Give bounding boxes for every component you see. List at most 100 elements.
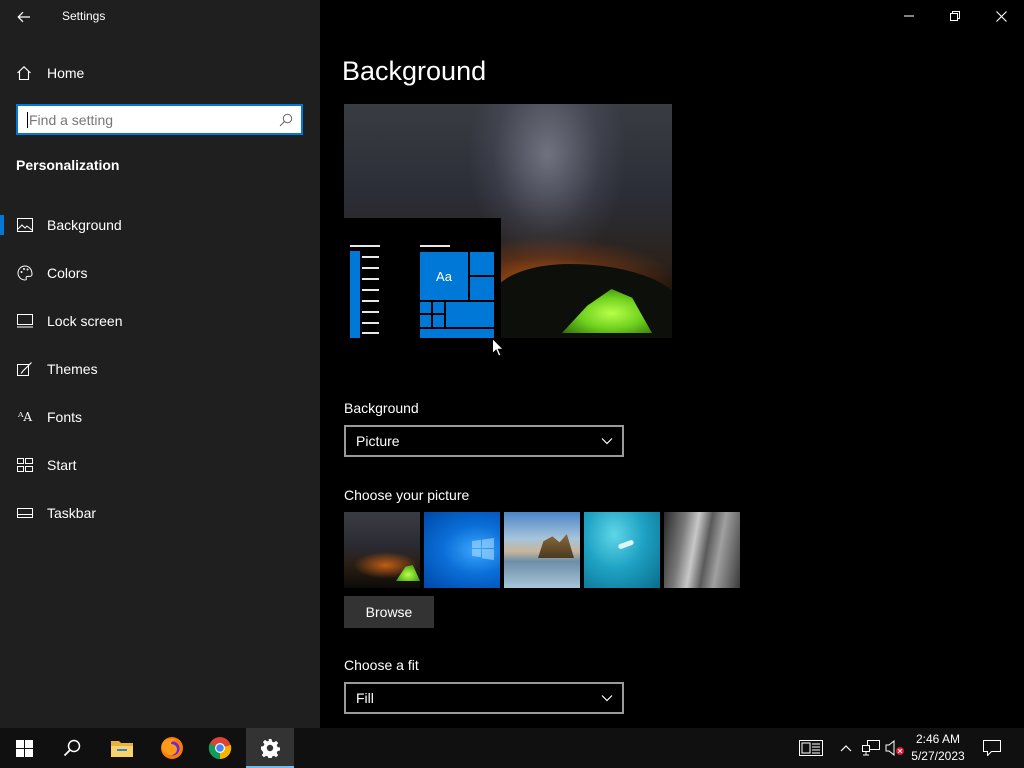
search-box[interactable]: [16, 104, 303, 135]
preview-line: [362, 300, 379, 302]
firefox-button[interactable]: [148, 728, 196, 768]
search-input[interactable]: [29, 111, 269, 128]
chevron-down-icon: [601, 695, 613, 702]
sidebar-item-themes[interactable]: Themes: [0, 349, 320, 389]
preview-tile: [433, 315, 444, 327]
taskbar-icon: [16, 504, 34, 522]
home-label: Home: [47, 65, 85, 81]
picture-thumb-beach-rocks[interactable]: [504, 512, 580, 588]
background-type-dropdown[interactable]: Picture: [344, 425, 624, 457]
preview-tile: [420, 329, 494, 338]
picture-thumb-windows-blue[interactable]: [424, 512, 500, 588]
choose-fit-dropdown[interactable]: Fill: [344, 682, 624, 714]
themes-brush-icon: [16, 360, 34, 378]
sidebar-item-label: Taskbar: [47, 505, 97, 521]
sidebar-item-background[interactable]: Background: [0, 205, 320, 245]
network-button[interactable]: [860, 728, 882, 768]
picture-icon: [16, 216, 34, 234]
taskbar-search-button[interactable]: [48, 728, 96, 768]
sidebar-item-lock-screen[interactable]: Lock screen: [0, 301, 320, 341]
sidebar-item-start[interactable]: Start: [0, 445, 320, 485]
picture-thumb-rock-cliff[interactable]: [664, 512, 740, 588]
action-center-button[interactable]: [980, 728, 1004, 768]
close-button[interactable]: [978, 0, 1024, 32]
restore-button[interactable]: [932, 0, 978, 32]
search-icon: [63, 739, 81, 757]
browse-button[interactable]: Browse: [344, 596, 434, 628]
clock-time: 2:46 AM: [915, 732, 961, 746]
preview-list-tile-strip: [350, 251, 360, 338]
preview-tile: [470, 277, 494, 300]
news-icon: [799, 740, 823, 756]
section-title: Personalization: [16, 157, 120, 173]
volume-muted-icon: [885, 740, 904, 756]
windows-logo-icon: [472, 538, 494, 560]
start-button[interactable]: [0, 728, 48, 768]
back-button[interactable]: [12, 6, 36, 28]
sidebar-item-fonts[interactable]: ᴬA Fonts: [0, 397, 320, 437]
search-icon[interactable]: [279, 113, 293, 127]
home-nav-item[interactable]: Home: [16, 62, 84, 84]
settings-app-button[interactable]: [246, 728, 294, 768]
preview-line: [362, 322, 379, 324]
fonts-icon: ᴬA: [17, 410, 33, 424]
taskbar-clock[interactable]: 2:46 AM 5/27/2023: [904, 731, 972, 765]
choose-picture-label: Choose your picture: [344, 487, 470, 503]
sidebar-item-taskbar[interactable]: Taskbar: [0, 493, 320, 533]
selection-indicator: [0, 215, 4, 235]
preview-line: [362, 278, 379, 280]
volume-button[interactable]: [884, 728, 906, 768]
notification-icon: [983, 740, 1001, 756]
taskbar: [0, 728, 1024, 768]
sidebar: Settings Home Personalization Background…: [0, 0, 320, 728]
preview-tile: [470, 252, 494, 275]
show-hidden-icons-button[interactable]: [836, 728, 856, 768]
sidebar-item-label: Colors: [47, 265, 88, 281]
preview-line: [350, 245, 380, 247]
back-arrow-icon: [17, 11, 30, 23]
text-caret: [27, 111, 28, 128]
window-title: Settings: [62, 9, 106, 23]
preview-line: [362, 256, 379, 258]
file-explorer-button[interactable]: [98, 728, 146, 768]
choose-fit-label: Choose a fit: [344, 657, 419, 673]
settings-icon: [261, 739, 280, 758]
file-explorer-icon: [111, 741, 133, 757]
minimize-button[interactable]: [886, 0, 932, 32]
preview-line: [420, 245, 450, 247]
background-type-value: Picture: [356, 433, 400, 449]
preview-tile: [446, 302, 494, 327]
sidebar-item-label: Lock screen: [47, 313, 123, 329]
preview-line: [362, 311, 379, 313]
picture-thumb-underwater[interactable]: [584, 512, 660, 588]
mouse-pointer-icon: [492, 338, 504, 357]
start-layout-icon: [16, 456, 34, 474]
chrome-button[interactable]: [196, 728, 244, 768]
home-icon: [17, 66, 31, 81]
palette-icon: [16, 264, 34, 282]
preview-line: [362, 289, 379, 291]
picture-thumb-milky-way[interactable]: [344, 512, 420, 588]
news-interests-button[interactable]: [794, 728, 828, 768]
preview-line: [362, 267, 379, 269]
chrome-icon: [208, 737, 232, 760]
choose-fit-value: Fill: [356, 690, 374, 706]
sidebar-item-label: Fonts: [47, 409, 83, 425]
sidebar-item-label: Background: [47, 217, 122, 233]
chevron-down-icon: [601, 438, 613, 445]
chevron-up-icon: [840, 745, 852, 752]
preview-tile-aa: Aa: [420, 252, 468, 300]
background-type-label: Background: [344, 400, 419, 416]
firefox-icon: [161, 737, 183, 759]
sidebar-item-label: Themes: [47, 361, 98, 377]
minimize-icon: [904, 15, 914, 17]
windows-start-icon: [15, 739, 33, 757]
sidebar-item-colors[interactable]: Colors: [0, 253, 320, 293]
preview-tile: [433, 302, 444, 313]
lock-screen-icon: [16, 312, 34, 330]
thumb-tent: [396, 565, 420, 581]
page-title: Background: [342, 56, 487, 86]
restore-icon: [950, 11, 960, 21]
preview-tile: [420, 315, 431, 327]
close-icon: [995, 10, 1007, 22]
